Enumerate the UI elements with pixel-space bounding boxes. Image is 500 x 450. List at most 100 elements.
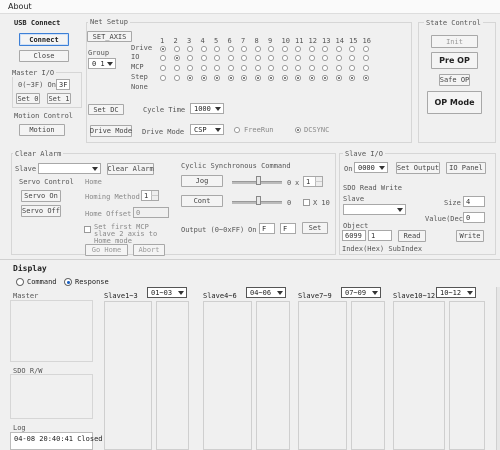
net-grid-radio[interactable] bbox=[295, 65, 301, 71]
freerun-radio[interactable] bbox=[234, 127, 240, 133]
cont-slider-thumb[interactable] bbox=[256, 196, 261, 205]
net-grid-radio[interactable] bbox=[322, 75, 328, 81]
sdo-slave-select[interactable] bbox=[343, 204, 406, 215]
right-scrollbar[interactable] bbox=[496, 287, 500, 450]
net-grid-radio[interactable] bbox=[200, 65, 207, 71]
net-grid-radio[interactable] bbox=[227, 65, 234, 71]
net-grid-radio[interactable] bbox=[214, 65, 220, 71]
servo-on-button[interactable]: Servo On bbox=[21, 190, 61, 202]
net-grid-radio[interactable] bbox=[349, 75, 355, 81]
net-grid-radio[interactable] bbox=[187, 55, 193, 61]
net-grid-radio[interactable] bbox=[241, 75, 247, 81]
net-grid-radio[interactable] bbox=[362, 55, 369, 61]
drive-mode-button[interactable]: Drive Mode bbox=[90, 125, 132, 137]
cycle-time-select[interactable]: 1000 bbox=[190, 103, 224, 114]
net-grid-radio[interactable] bbox=[362, 46, 369, 52]
net-grid-radio[interactable] bbox=[160, 75, 166, 81]
net-grid-radio[interactable] bbox=[173, 75, 180, 81]
sdo-write-button[interactable]: Write bbox=[456, 230, 484, 242]
net-grid-radio[interactable] bbox=[335, 46, 342, 52]
net-grid-radio[interactable] bbox=[254, 65, 261, 71]
sdo-index-field[interactable]: 6099 bbox=[342, 230, 366, 241]
jog-slider-thumb[interactable] bbox=[256, 176, 261, 185]
clear-alarm-slave-select[interactable] bbox=[38, 163, 101, 174]
net-grid-radio[interactable] bbox=[160, 55, 166, 61]
net-grid-radio[interactable] bbox=[187, 75, 193, 81]
connect-button[interactable]: Connect bbox=[19, 33, 69, 46]
net-grid-radio[interactable] bbox=[200, 46, 207, 52]
net-grid-radio[interactable] bbox=[187, 46, 193, 52]
net-grid-radio[interactable] bbox=[160, 46, 166, 52]
net-grid-radio[interactable] bbox=[241, 65, 247, 71]
init-button[interactable]: Init bbox=[431, 35, 478, 48]
net-grid-radio[interactable] bbox=[173, 55, 180, 61]
slave-range-select[interactable]: 10~12 bbox=[436, 287, 476, 298]
net-grid-radio[interactable] bbox=[268, 75, 274, 81]
op-mode-button[interactable]: OP Mode bbox=[427, 91, 482, 114]
set-axis-button[interactable]: SET_AXIS bbox=[87, 31, 132, 42]
net-grid-radio[interactable] bbox=[349, 55, 355, 61]
sdo-value-field[interactable]: 0 bbox=[463, 212, 485, 223]
motion-button[interactable]: Motion bbox=[19, 124, 65, 136]
net-grid-radio[interactable] bbox=[335, 55, 342, 61]
net-grid-radio[interactable] bbox=[268, 55, 274, 61]
net-grid-radio[interactable] bbox=[308, 65, 315, 71]
net-grid-radio[interactable] bbox=[227, 46, 234, 52]
abort-button[interactable]: Abort bbox=[133, 244, 165, 256]
jog-multiplier-stepper[interactable]: 1 bbox=[303, 176, 323, 187]
net-grid-radio[interactable] bbox=[173, 46, 180, 52]
net-grid-radio[interactable] bbox=[349, 46, 355, 52]
x10-checkbox[interactable] bbox=[303, 199, 310, 206]
net-grid-radio[interactable] bbox=[214, 46, 220, 52]
net-grid-radio[interactable] bbox=[173, 65, 180, 71]
master-set1-button[interactable]: Set 1 bbox=[47, 93, 71, 104]
net-grid-radio[interactable] bbox=[295, 55, 301, 61]
servo-off-button[interactable]: Servo Off bbox=[21, 205, 61, 217]
set-output-button[interactable]: Set Output bbox=[396, 162, 440, 174]
cont-button[interactable]: Cont bbox=[181, 195, 223, 207]
net-grid-radio[interactable] bbox=[281, 55, 288, 61]
net-grid-radio[interactable] bbox=[335, 75, 342, 81]
net-grid-radio[interactable] bbox=[268, 46, 274, 52]
home-offset-field[interactable]: 0 bbox=[133, 207, 169, 218]
net-grid-radio[interactable] bbox=[281, 65, 288, 71]
clear-alarm-button[interactable]: Clear Alarm bbox=[107, 163, 154, 175]
master-set0-button[interactable]: Set 0 bbox=[16, 93, 40, 104]
net-grid-radio[interactable] bbox=[254, 46, 261, 52]
net-grid-radio[interactable] bbox=[214, 75, 220, 81]
net-grid-radio[interactable] bbox=[254, 55, 261, 61]
drive-mode-select[interactable]: CSP bbox=[190, 124, 224, 135]
set-dc-button[interactable]: Set DC bbox=[88, 104, 124, 115]
close-button[interactable]: Close bbox=[19, 50, 69, 62]
net-grid-radio[interactable] bbox=[308, 55, 315, 61]
net-grid-radio[interactable] bbox=[281, 75, 288, 81]
safeop-button[interactable]: Safe OP bbox=[439, 74, 470, 86]
net-grid-radio[interactable] bbox=[227, 55, 234, 61]
net-grid-radio[interactable] bbox=[362, 65, 369, 71]
net-grid-radio[interactable] bbox=[349, 65, 355, 71]
master-io-value-field[interactable]: 3F bbox=[56, 79, 70, 90]
sdo-size-field[interactable]: 4 bbox=[463, 196, 485, 207]
slave-range-select[interactable]: 01~03 bbox=[147, 287, 187, 298]
slave-range-select[interactable]: 04~06 bbox=[246, 287, 286, 298]
net-grid-radio[interactable] bbox=[241, 55, 247, 61]
net-grid-radio[interactable] bbox=[295, 75, 301, 81]
homing-method-stepper[interactable]: 1 bbox=[141, 190, 159, 201]
io-panel-button[interactable]: IO Panel bbox=[446, 162, 486, 174]
net-grid-radio[interactable] bbox=[335, 65, 342, 71]
net-grid-radio[interactable] bbox=[322, 55, 328, 61]
net-grid-radio[interactable] bbox=[268, 65, 274, 71]
go-home-button[interactable]: Go Home bbox=[85, 244, 128, 256]
net-grid-radio[interactable] bbox=[281, 46, 288, 52]
net-grid-radio[interactable] bbox=[200, 75, 207, 81]
command-radio[interactable] bbox=[16, 278, 24, 286]
slave-io-select[interactable]: 0000 bbox=[354, 162, 388, 173]
net-grid-radio[interactable] bbox=[214, 55, 220, 61]
net-grid-radio[interactable] bbox=[308, 46, 315, 52]
net-grid-radio[interactable] bbox=[254, 75, 261, 81]
preop-button[interactable]: Pre OP bbox=[431, 52, 478, 69]
net-grid-radio[interactable] bbox=[308, 75, 315, 81]
slave-range-select[interactable]: 07~09 bbox=[341, 287, 381, 298]
net-grid-radio[interactable] bbox=[241, 46, 247, 52]
net-grid-radio[interactable] bbox=[322, 65, 328, 71]
